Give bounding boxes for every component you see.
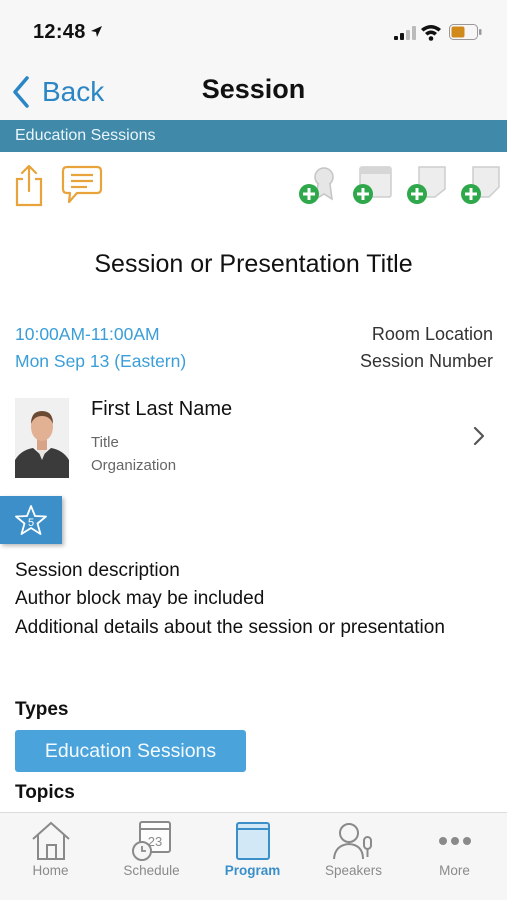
speaker-icon — [332, 823, 372, 860]
status-bar: 12:48 — [0, 0, 507, 64]
navigation-bar: Back Session — [0, 64, 507, 120]
page-title: Session — [201, 74, 306, 104]
session-title: Session or Presentation Title — [94, 250, 413, 278]
speaker-organization: Organization — [91, 457, 177, 474]
book-icon — [235, 822, 270, 860]
tab-speakers[interactable]: Speakers — [303, 813, 404, 901]
tab-more[interactable]: More — [404, 813, 505, 901]
tab-label: Speakers — [324, 863, 383, 878]
description-line: Author block may be included — [15, 588, 265, 609]
tab-program[interactable]: Program — [202, 813, 303, 901]
notes-icon[interactable] — [61, 164, 103, 206]
signal-icon — [394, 26, 416, 40]
share-icon[interactable] — [13, 163, 45, 207]
add-note-icon[interactable] — [405, 165, 447, 207]
ellipsis-icon — [438, 837, 471, 845]
tab-bar: Home 23 Schedule Program Speakers More — [0, 812, 507, 900]
battery-icon — [449, 24, 482, 40]
type-tag[interactable]: Education Sessions — [15, 730, 246, 772]
session-number: Session Number — [359, 351, 493, 371]
types-heading: Types — [15, 699, 69, 720]
home-icon — [31, 821, 70, 860]
add-favorite-icon[interactable] — [297, 165, 339, 207]
description-line: Session description — [15, 560, 180, 581]
tab-label: More — [439, 863, 470, 878]
star-icon: 5 — [15, 505, 47, 535]
tab-schedule[interactable]: 23 Schedule — [101, 813, 202, 901]
status-time: 12:48 — [33, 21, 86, 43]
room-location: Room Location — [371, 324, 493, 344]
description-line: Additional details about the session or … — [15, 617, 445, 638]
wifi-icon — [421, 25, 441, 41]
add-to-schedule-icon[interactable] — [351, 165, 393, 207]
section-header: Education Sessions — [0, 120, 507, 152]
session-date: Mon Sep 13 (Eastern) — [15, 351, 187, 371]
speaker-name: First Last Name — [91, 398, 233, 420]
add-document-icon[interactable] — [459, 165, 501, 207]
session-time: 10:00AM-11:00AM — [15, 324, 160, 344]
tab-label: Schedule — [123, 863, 180, 878]
rating-button[interactable]: 5 — [0, 496, 62, 544]
tab-label: Home — [32, 863, 69, 878]
location-arrow-icon — [91, 26, 102, 37]
topics-heading: Topics — [15, 782, 75, 803]
speaker-title: Title — [91, 434, 119, 451]
chevron-right-icon — [473, 426, 485, 446]
avatar — [15, 398, 69, 478]
tab-label: Program — [224, 863, 281, 878]
speaker-row[interactable]: First Last Name Title Organization — [0, 392, 507, 482]
calendar-icon: 23 — [131, 821, 171, 861]
rating-value: 5 — [28, 517, 34, 529]
tab-home[interactable]: Home — [0, 813, 101, 901]
